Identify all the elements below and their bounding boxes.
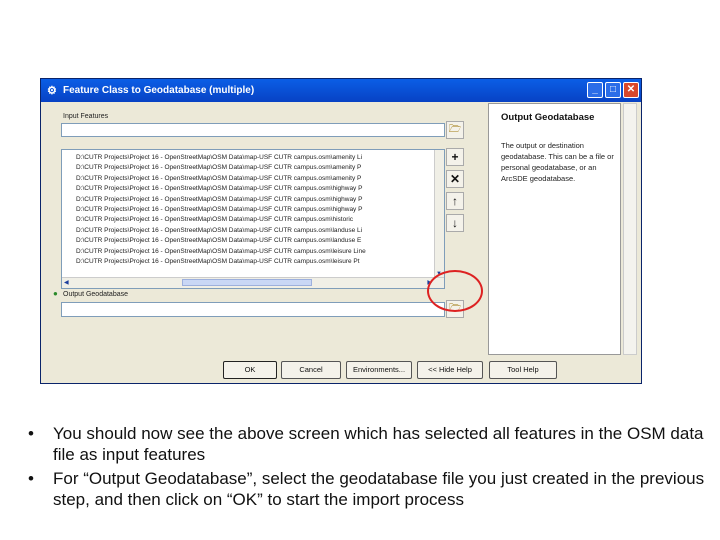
minimize-button[interactable]: _ [587, 82, 603, 98]
list-item[interactable]: D:\CUTR Projects\Project 16 - OpenStreet… [76, 163, 361, 172]
list-item[interactable]: D:\CUTR Projects\Project 16 - OpenStreet… [76, 153, 362, 162]
ok-button[interactable]: OK [223, 361, 277, 379]
required-dot-icon: ● [53, 289, 58, 298]
list-vertical-scrollbar[interactable]: ▼ [434, 150, 444, 278]
help-vertical-scrollbar[interactable] [623, 103, 637, 355]
bullet-icon: • [28, 424, 34, 443]
help-panel: Output Geodatabase The output or destina… [488, 103, 621, 355]
hide-help-button[interactable]: << Hide Help [417, 361, 483, 379]
dialog-window: ⚙ Feature Class to Geodatabase (multiple… [40, 78, 642, 384]
geoprocessing-tool-icon: ⚙ [47, 85, 57, 97]
close-button[interactable]: ✕ [623, 82, 639, 98]
tool-help-button[interactable]: Tool Help [489, 361, 557, 379]
window-title: Feature Class to Geodatabase (multiple) [63, 85, 255, 96]
input-features-list[interactable]: D:\CUTR Projects\Project 16 - OpenStreet… [61, 149, 445, 289]
output-geodatabase-label: Output Geodatabase [63, 291, 128, 298]
instruction-text: You should now see the above screen whic… [53, 424, 704, 464]
highlight-annotation-ring [427, 270, 483, 312]
list-item[interactable]: D:\CUTR Projects\Project 16 - OpenStreet… [76, 205, 362, 214]
instruction-text: For “Output Geodatabase”, select the geo… [53, 469, 705, 509]
parameters-panel: Input Features 🗁 D:\CUTR Projects\Projec… [49, 103, 487, 355]
open-folder-icon: 🗁 [448, 124, 462, 135]
list-item[interactable]: D:\CUTR Projects\Project 16 - OpenStreet… [76, 247, 366, 256]
cancel-button[interactable]: Cancel [281, 361, 341, 379]
instruction-item: • You should now see the above screen whi… [28, 424, 708, 465]
list-item[interactable]: D:\CUTR Projects\Project 16 - OpenStreet… [76, 236, 361, 245]
help-title: Output Geodatabase [501, 112, 595, 123]
list-item[interactable]: D:\CUTR Projects\Project 16 - OpenStreet… [76, 195, 362, 204]
move-up-button[interactable]: ↑ [446, 192, 464, 210]
move-down-button[interactable]: ↓ [446, 214, 464, 232]
list-item[interactable]: D:\CUTR Projects\Project 16 - OpenStreet… [76, 174, 361, 183]
maximize-button[interactable]: □ [605, 82, 621, 98]
remove-item-button[interactable]: ✕ [446, 170, 464, 188]
horizontal-scroll-thumb[interactable] [182, 279, 312, 286]
list-item[interactable]: D:\CUTR Projects\Project 16 - OpenStreet… [76, 215, 353, 224]
browse-input-button[interactable]: 🗁 [446, 121, 464, 139]
add-item-button[interactable]: + [446, 148, 464, 166]
environments-button[interactable]: Environments... [346, 361, 412, 379]
help-description: The output or destination geodatabase. T… [501, 141, 614, 183]
list-item[interactable]: D:\CUTR Projects\Project 16 - OpenStreet… [76, 226, 362, 235]
bullet-icon: • [28, 469, 34, 488]
title-bar[interactable]: ⚙ Feature Class to Geodatabase (multiple… [41, 79, 641, 102]
input-features-field[interactable] [61, 123, 445, 137]
list-item[interactable]: D:\CUTR Projects\Project 16 - OpenStreet… [76, 257, 360, 266]
input-features-label: Input Features [63, 113, 109, 120]
instruction-item: • For “Output Geodatabase”, select the ge… [28, 469, 708, 510]
list-horizontal-scrollbar[interactable]: ◀ ▶ [62, 277, 444, 288]
output-geodatabase-field[interactable] [61, 302, 445, 317]
scroll-left-arrow-icon[interactable]: ◀ [64, 279, 69, 286]
list-item[interactable]: D:\CUTR Projects\Project 16 - OpenStreet… [76, 184, 362, 193]
instruction-list: • You should now see the above screen whi… [28, 424, 708, 514]
